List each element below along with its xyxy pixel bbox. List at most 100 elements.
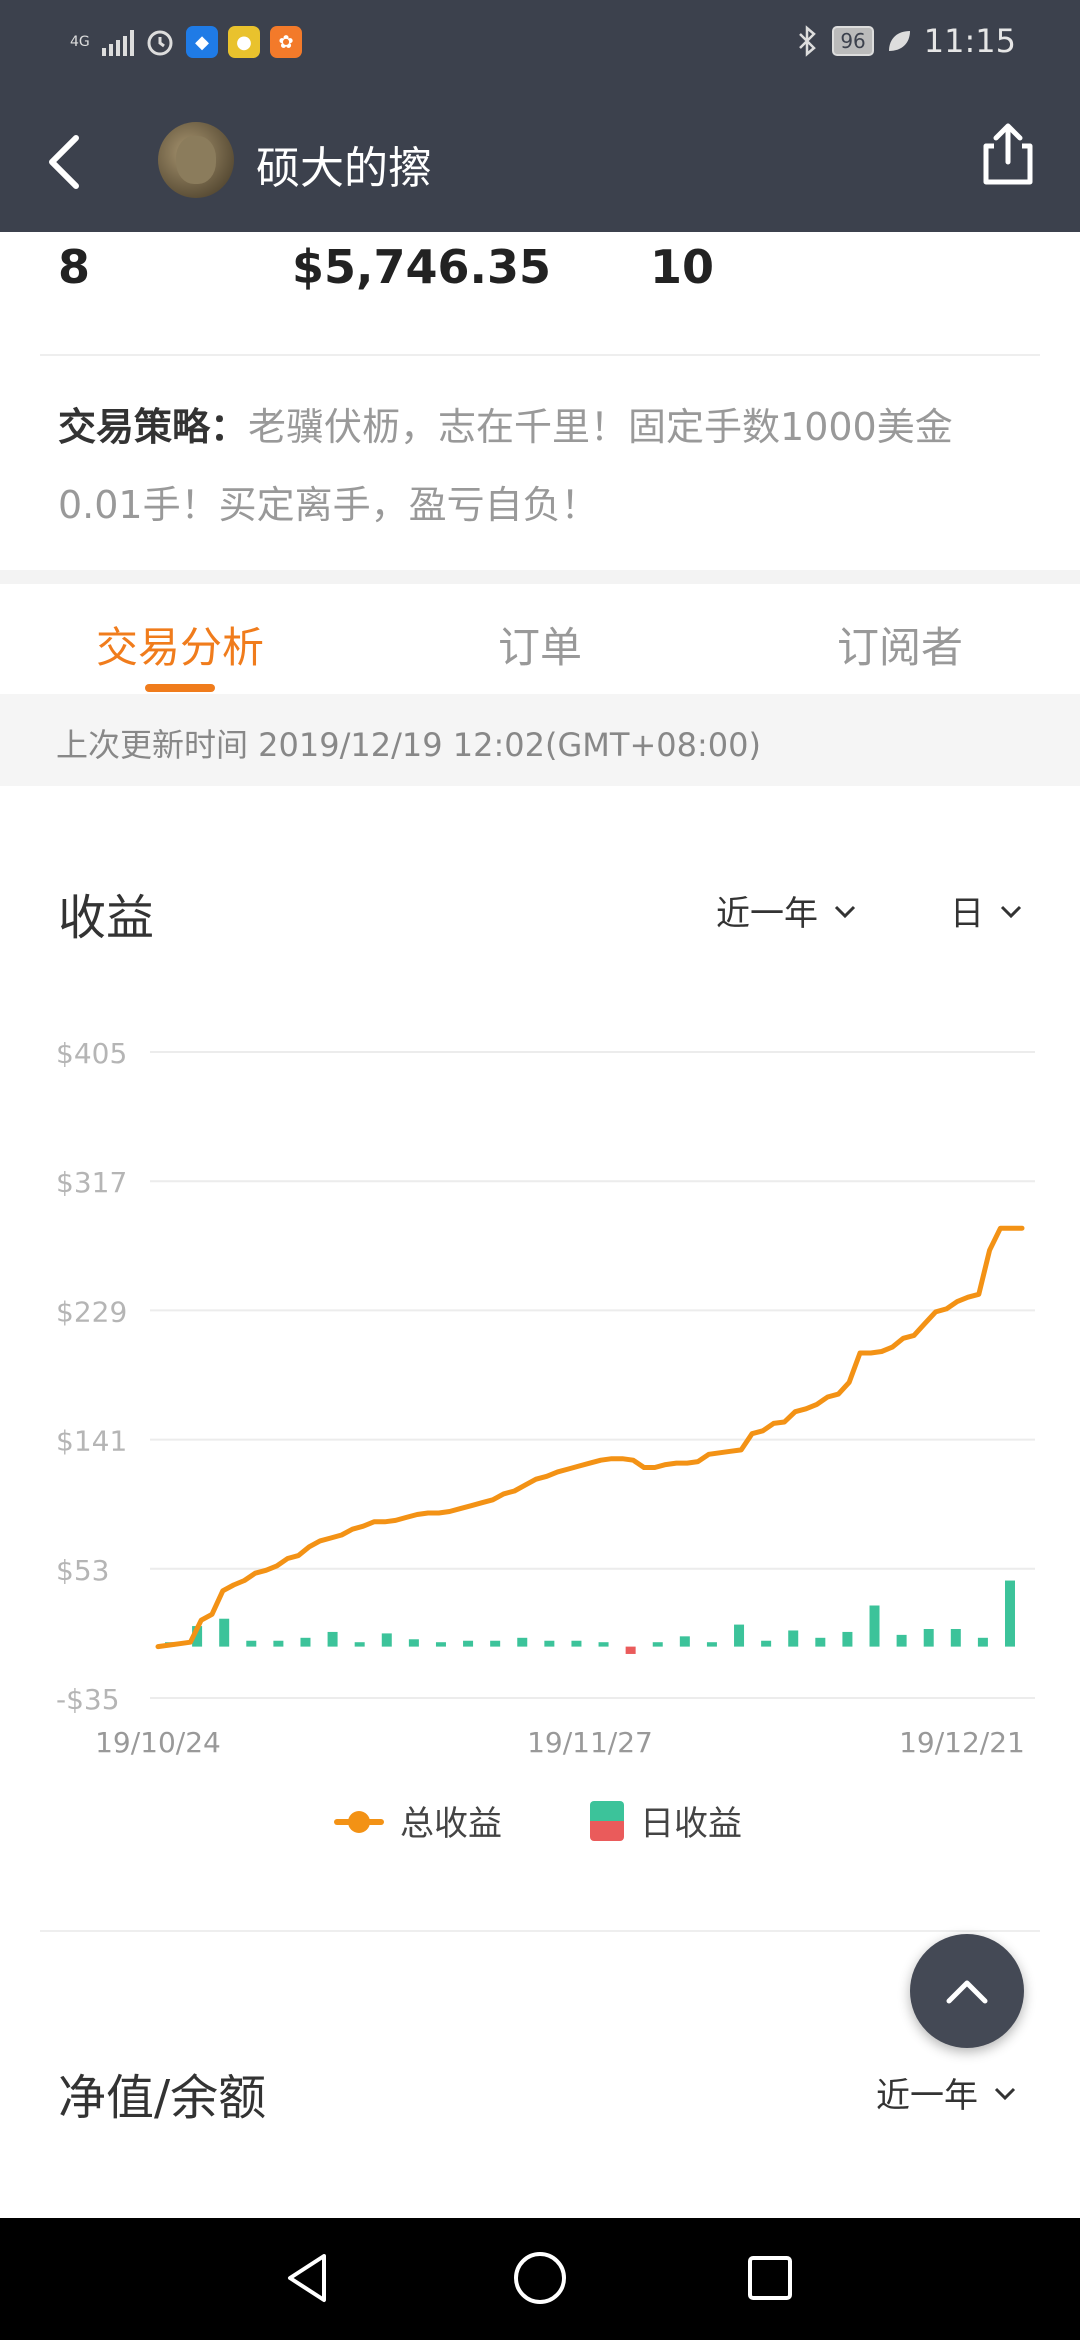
- system-nav-bar: [0, 2218, 1080, 2340]
- medal-app-icon: ●: [228, 26, 260, 58]
- status-left-icons: 4G ◆ ● ✿: [70, 26, 302, 58]
- divider: [40, 1930, 1040, 1932]
- daily-profit-bar[interactable]: [435, 1642, 446, 1647]
- app-header: 硕大的擦: [0, 92, 1080, 232]
- daily-profit-bar[interactable]: [544, 1640, 555, 1647]
- tab-bar: 交易分析 订单 订阅者: [0, 584, 1080, 694]
- daily-profit-bar[interactable]: [273, 1640, 284, 1647]
- daily-profit-bar[interactable]: [517, 1637, 528, 1647]
- line-marker-icon: [334, 1801, 384, 1841]
- battery-indicator: 96: [832, 26, 874, 56]
- share-button[interactable]: [970, 116, 1046, 192]
- bar-marker-icon: [590, 1800, 624, 1841]
- chart-legend: 总收益 日收益: [0, 1790, 1080, 1850]
- status-time: 11:15: [923, 22, 1016, 60]
- legend-label-daily: 日收益: [640, 1804, 742, 1844]
- daily-profit-bar[interactable]: [354, 1642, 365, 1647]
- stat-value-3: 10: [650, 240, 715, 294]
- network-type: 4G: [70, 34, 90, 50]
- legend-daily-profit[interactable]: 日收益: [590, 1796, 742, 1845]
- trading-strategy: 交易策略：老骥伏枥，志在千里！固定手数1000美金0.01手！买定离手，盈亏自负…: [58, 388, 1018, 544]
- daily-profit-bar[interactable]: [679, 1636, 690, 1647]
- period-dropdown[interactable]: 近一年: [716, 886, 858, 935]
- daily-profit-bar[interactable]: [652, 1642, 663, 1647]
- daily-profit-bar[interactable]: [923, 1628, 934, 1647]
- daily-profit-bar[interactable]: [869, 1605, 880, 1647]
- equity-period-label: 近一年: [876, 2076, 978, 2116]
- daily-profit-bar[interactable]: [381, 1633, 392, 1647]
- active-tab-indicator: [145, 684, 215, 692]
- daily-profit-bar[interactable]: [571, 1640, 582, 1647]
- daily-profit-bar[interactable]: [815, 1637, 826, 1647]
- status-bar: 4G ◆ ● ✿ 96 11:15: [0, 0, 1080, 92]
- granularity-dropdown[interactable]: 日: [950, 886, 1024, 935]
- back-button[interactable]: [30, 120, 110, 200]
- avatar[interactable]: [158, 122, 234, 198]
- total-profit-line[interactable]: [155, 1225, 1025, 1650]
- leaf-icon: [888, 31, 910, 51]
- nav-back-icon[interactable]: [276, 2246, 340, 2310]
- share-icon: [983, 123, 1033, 185]
- daily-profit-bar[interactable]: [598, 1642, 609, 1647]
- page-title: 硕大的擦: [256, 143, 432, 194]
- daily-profit-bar[interactable]: [246, 1640, 257, 1647]
- last-update-text: 上次更新时间 2019/12/19 12:02(GMT+08:00): [56, 726, 761, 764]
- daily-profit-bar[interactable]: [300, 1637, 311, 1647]
- tab-orders[interactable]: 订单: [390, 614, 690, 675]
- stat-value-2: $5,746.35: [292, 240, 551, 294]
- profit-section-title: 收益: [58, 890, 155, 946]
- legend-total-profit[interactable]: 总收益: [334, 1796, 502, 1845]
- chevron-up-icon: [946, 1980, 988, 2004]
- daily-profit-bar[interactable]: [706, 1642, 717, 1647]
- strategy-label: 交易策略：: [58, 405, 249, 449]
- daily-profit-bar[interactable]: [734, 1624, 745, 1647]
- daily-profit-bar[interactable]: [327, 1631, 338, 1647]
- daily-profit-bar[interactable]: [761, 1640, 772, 1647]
- nav-home-icon[interactable]: [508, 2246, 572, 2310]
- scroll-to-top-button[interactable]: [910, 1934, 1024, 2048]
- last-update-bar: 上次更新时间 2019/12/19 12:02(GMT+08:00): [0, 694, 1080, 786]
- x-tick-label: 19/10/24: [95, 1726, 221, 1759]
- divider: [40, 354, 1040, 356]
- chevron-down-icon: [834, 905, 856, 918]
- daily-profit-bar[interactable]: [408, 1639, 419, 1647]
- chevron-left-icon: [49, 135, 79, 189]
- tab-trade-analysis[interactable]: 交易分析: [30, 614, 330, 675]
- daily-profit-bar[interactable]: [219, 1618, 230, 1647]
- period-dropdown-label: 近一年: [716, 894, 818, 934]
- equity-section-title: 净值/余额: [58, 2070, 267, 2126]
- uc-browser-icon: ✿: [270, 26, 302, 58]
- stats-row: 8 $5,746.35 10: [0, 232, 1080, 354]
- daily-profit-bar[interactable]: [977, 1637, 988, 1647]
- profit-chart[interactable]: $405 $317 $229 $141 $53 -$35 19/10/24 19/11/27 1…: [0, 1020, 1080, 1770]
- equity-period-dropdown[interactable]: 近一年: [876, 2068, 1018, 2117]
- daily-profit-bar[interactable]: [490, 1640, 501, 1647]
- y-tick-label: $229: [56, 1295, 127, 1328]
- x-tick-label: 19/12/21: [899, 1726, 1025, 1759]
- y-tick-label: $53: [56, 1554, 109, 1587]
- bluetooth-icon: [799, 25, 817, 57]
- y-tick-label: $317: [56, 1166, 127, 1199]
- y-tick-label: $141: [56, 1425, 127, 1458]
- shield-app-icon: ◆: [186, 26, 218, 58]
- chevron-down-icon: [1000, 905, 1022, 918]
- section-separator: [0, 570, 1080, 584]
- tab-subscribers[interactable]: 订阅者: [750, 614, 1050, 675]
- nav-recents-icon[interactable]: [738, 2246, 802, 2310]
- y-tick-label: -$35: [56, 1683, 120, 1716]
- x-tick-label: 19/11/27: [527, 1726, 653, 1759]
- status-right-icons: 96 11:15: [796, 22, 1016, 60]
- daily-profit-bar[interactable]: [1005, 1580, 1015, 1647]
- signal-icon: [102, 28, 134, 56]
- legend-label-total: 总收益: [400, 1804, 502, 1844]
- stat-value-1: 8: [58, 240, 91, 294]
- daily-profit-bar[interactable]: [463, 1640, 474, 1647]
- daily-profit-bar[interactable]: [788, 1630, 799, 1647]
- daily-profit-bar[interactable]: [625, 1646, 636, 1654]
- granularity-dropdown-label: 日: [950, 894, 984, 934]
- y-tick-label: $405: [56, 1037, 127, 1070]
- alarm-icon: [147, 30, 173, 56]
- daily-profit-bar[interactable]: [896, 1634, 907, 1647]
- daily-profit-bar[interactable]: [842, 1631, 853, 1647]
- daily-profit-bar[interactable]: [950, 1628, 961, 1647]
